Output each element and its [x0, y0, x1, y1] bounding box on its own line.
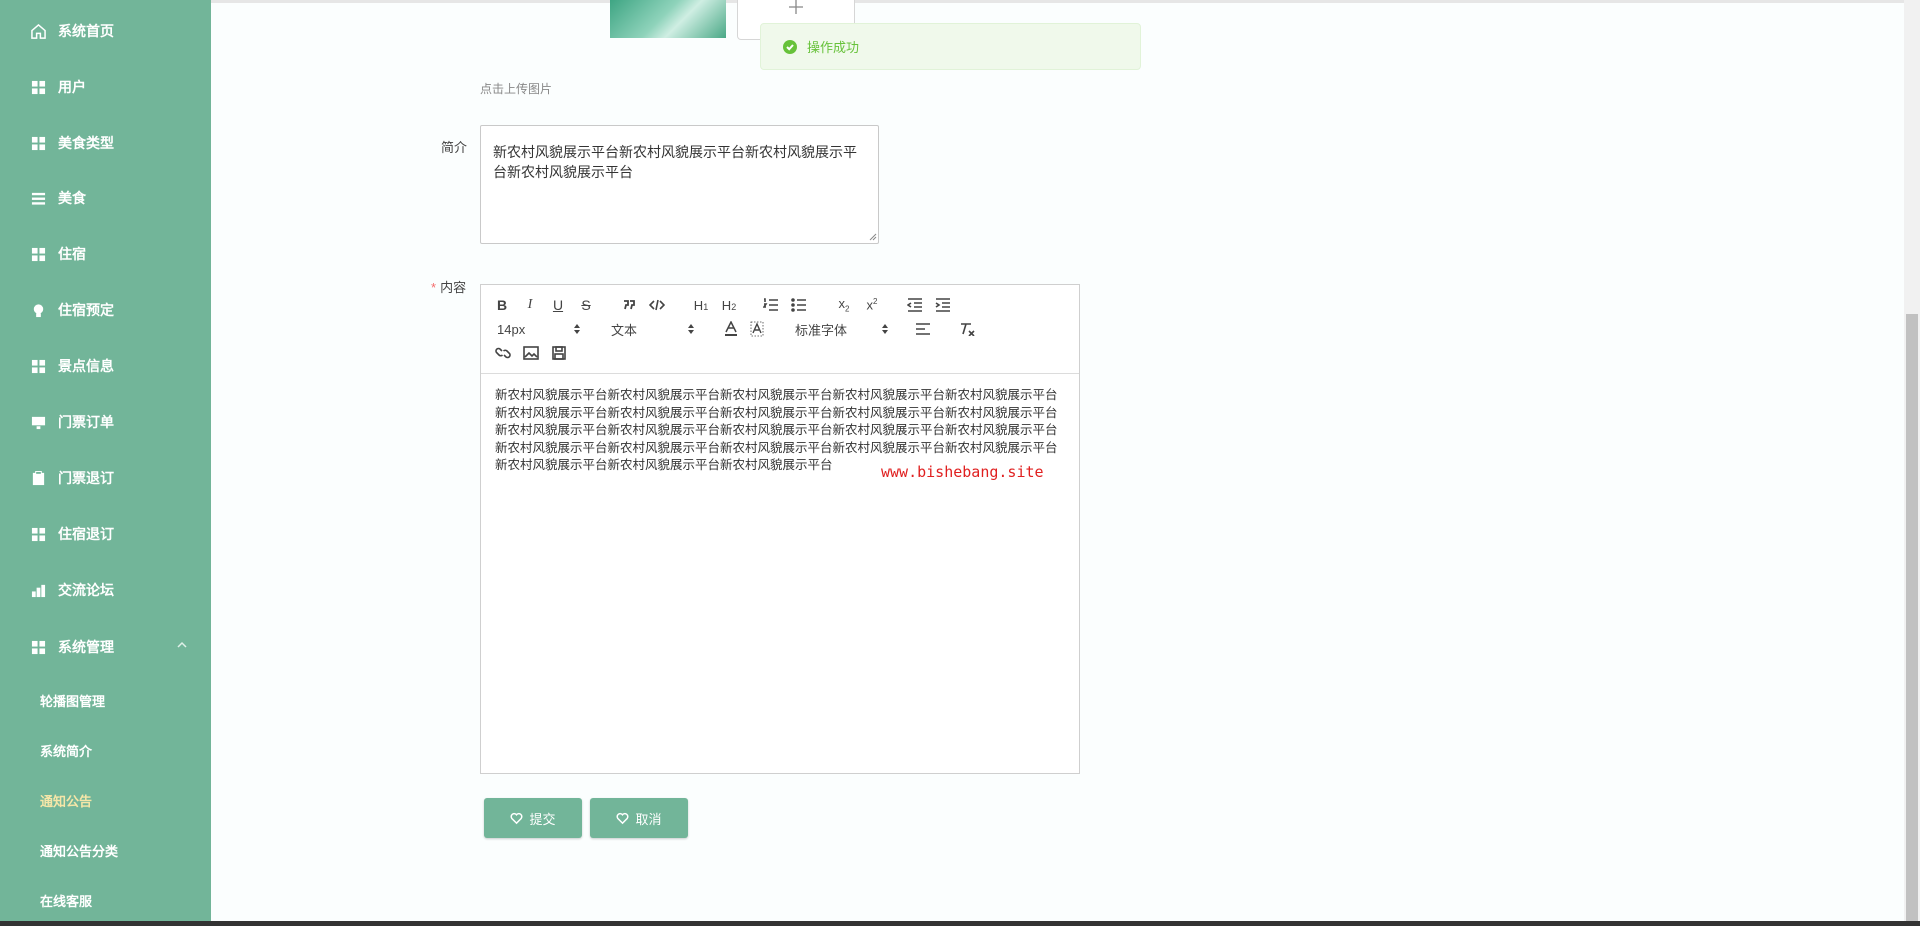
sidebar-subitem-notice-category[interactable]: 通知公告分类 [0, 830, 211, 870]
quote-button[interactable] [621, 296, 637, 314]
upload-hint: 点击上传图片 [480, 82, 553, 96]
chevron-up-icon [175, 638, 189, 652]
font-family-select[interactable]: 标准字体 [795, 320, 889, 338]
sidebar-item-label: 住宿 [58, 246, 86, 262]
grid-icon [30, 135, 46, 151]
bottom-edge [0, 921, 1920, 926]
ordered-list-button[interactable] [763, 296, 779, 314]
sidebar-item-label: 用户 [58, 79, 86, 95]
sidebar-subitem-notice[interactable]: 通知公告 [0, 780, 211, 820]
toast-message: 操作成功 [807, 40, 860, 55]
success-toast: 操作成功 [760, 23, 1141, 70]
rich-text-editor: B I U S H1 H2 x2 x2 14px 文本 标准字体 新农村风貌展示… [480, 284, 1080, 774]
sidebar-item-label: 美食 [58, 190, 86, 206]
intro-textarea[interactable]: 新农村风貌展示平台新农村风貌展示平台新农村风貌展示平台新农村风貌展示平台 [480, 125, 879, 244]
clipboard-icon [30, 470, 46, 486]
page-scrollbar-thumb[interactable] [1906, 314, 1918, 922]
subscript-button[interactable]: x2 [835, 296, 853, 314]
underline-button[interactable]: U [551, 296, 565, 314]
bold-button[interactable]: B [495, 296, 509, 314]
link-icon[interactable] [495, 344, 511, 362]
sidebar-subitem-carousel[interactable]: 轮播图管理 [0, 680, 211, 720]
watermark-text: www.bishebang.site [881, 463, 1044, 481]
sidebar-item-ticket-orders[interactable]: 门票订单 [0, 402, 211, 442]
select-caret-icon [881, 323, 889, 335]
grid-icon [30, 246, 46, 262]
sidebar-item-label: 景点信息 [58, 358, 114, 374]
sidebar-subitem-intro[interactable]: 系统简介 [0, 730, 211, 770]
editor-content[interactable]: 新农村风貌展示平台新农村风貌展示平台新农村风貌展示平台新农村风貌展示平台新农村风… [495, 387, 1065, 475]
grid-icon [30, 526, 46, 542]
sidebar-item-label: 美食类型 [58, 135, 114, 151]
heading2-button[interactable]: H2 [719, 296, 739, 314]
clear-format-button[interactable] [959, 320, 975, 338]
sidebar-item-system[interactable]: 系统管理 [0, 627, 211, 667]
home-icon [30, 23, 46, 39]
uploaded-image-thumbnail[interactable] [610, 0, 726, 38]
sidebar-item-lodging[interactable]: 住宿 [0, 234, 211, 274]
heart-icon [511, 812, 523, 824]
sidebar-item-label: 门票退订 [58, 470, 114, 486]
heading1-button[interactable]: H1 [691, 296, 711, 314]
plus-icon [789, 0, 803, 14]
outdent-button[interactable] [907, 296, 923, 314]
sidebar-item-label: 系统管理 [58, 639, 114, 655]
editor-toolbar: B I U S H1 H2 x2 x2 14px 文本 标准字体 [481, 285, 1079, 374]
indent-button[interactable] [935, 296, 951, 314]
bullet-list-button[interactable] [791, 296, 807, 314]
top-divider [211, 0, 1920, 3]
font-size-select[interactable]: 14px [497, 320, 581, 338]
sidebar-item-food-type[interactable]: 美食类型 [0, 123, 211, 163]
grid-icon [30, 358, 46, 374]
image-icon[interactable] [523, 344, 539, 362]
select-caret-icon [573, 323, 581, 335]
monitor-icon [30, 414, 46, 430]
sidebar-item-label: 门票订单 [58, 414, 114, 430]
sidebar-item-ticket-refund[interactable]: 门票退订 [0, 458, 211, 498]
sidebar-item-label: 交流论坛 [58, 582, 114, 598]
sidebar: 系统首页 用户 美食类型 美食 住宿 住宿预定 景点信息 门票订单 门票退订 住… [0, 0, 211, 926]
sidebar-item-lodging-refund[interactable]: 住宿退订 [0, 514, 211, 554]
background-color-button[interactable] [749, 320, 765, 338]
grid-icon [30, 639, 46, 655]
content-label: * 内容 [431, 280, 467, 295]
bulb-icon [30, 302, 46, 318]
sidebar-item-label: 住宿退订 [58, 526, 114, 542]
sidebar-item-forum[interactable]: 交流论坛 [0, 570, 211, 610]
video-icon[interactable] [551, 344, 567, 362]
sidebar-item-lodging-booking[interactable]: 住宿预定 [0, 290, 211, 330]
select-caret-icon [687, 323, 695, 335]
sidebar-item-scenic[interactable]: 景点信息 [0, 346, 211, 386]
chart-icon [30, 582, 46, 598]
strikethrough-button[interactable]: S [579, 296, 593, 314]
check-circle-icon [783, 39, 797, 54]
sidebar-item-label: 系统首页 [58, 23, 114, 39]
italic-button[interactable]: I [523, 296, 537, 314]
resize-handle-icon[interactable] [867, 231, 877, 241]
font-color-button[interactable] [723, 320, 739, 338]
grid-icon [30, 79, 46, 95]
required-mark: * [431, 280, 437, 295]
sidebar-subitem-support[interactable]: 在线客服 [0, 880, 211, 920]
sidebar-item-food[interactable]: 美食 [0, 178, 211, 218]
sidebar-item-users[interactable]: 用户 [0, 67, 211, 107]
align-button[interactable] [915, 320, 931, 338]
submit-button[interactable]: 提交 [484, 798, 582, 838]
heart-icon [617, 812, 629, 824]
text-style-select[interactable]: 文本 [611, 320, 695, 338]
sidebar-item-label: 住宿预定 [58, 302, 114, 318]
superscript-button[interactable]: x2 [863, 296, 881, 314]
sidebar-item-home[interactable]: 系统首页 [0, 11, 211, 51]
code-button[interactable] [649, 296, 665, 314]
cancel-button[interactable]: 取消 [590, 798, 688, 838]
list-icon [30, 190, 46, 206]
intro-label: 简介 [441, 140, 468, 155]
